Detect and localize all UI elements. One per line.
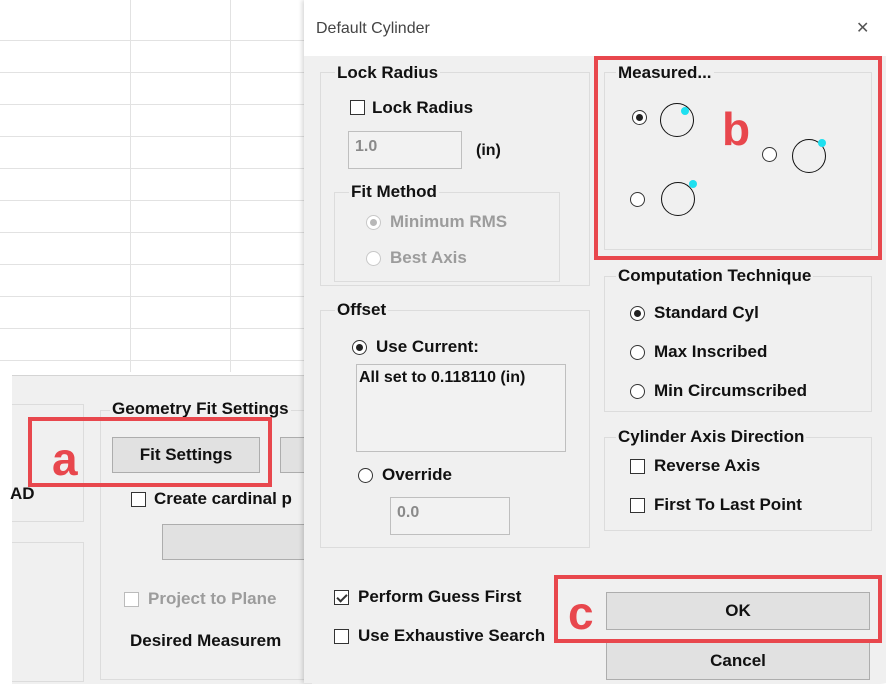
reverse-axis-label: Reverse Axis: [654, 456, 761, 475]
cylinder-axis-direction-group: [604, 437, 872, 531]
max-inscribed-label: Max Inscribed: [654, 342, 768, 361]
current-offset-text: All set to 0.118110 (in): [359, 369, 526, 386]
annotation-letter-c: c: [568, 587, 594, 639]
computation-technique-label: Computation Technique: [616, 266, 814, 286]
minimum-rms-label: Minimum RMS: [390, 212, 508, 231]
offset-group-label: Offset: [335, 300, 389, 320]
use-exhaustive-search-label: Use Exhaustive Search: [358, 626, 546, 645]
create-cardinal-checkbox[interactable]: [131, 492, 146, 507]
best-axis-radio[interactable]: [366, 251, 381, 266]
max-inscribed-radio[interactable]: [630, 345, 645, 360]
lock-radius-checkbox-label: Lock Radius: [372, 98, 474, 117]
close-icon[interactable]: ✕: [856, 18, 869, 38]
override-input[interactable]: 0.0: [390, 497, 510, 535]
desired-measurement-label: Desired Measurem: [130, 631, 282, 650]
annotation-box-b: [594, 56, 882, 260]
standard-cyl-label: Standard Cyl: [654, 303, 759, 322]
lock-radius-group-label: Lock Radius: [335, 63, 441, 83]
perform-guess-first-checkbox[interactable]: [334, 590, 349, 605]
annotation-letter-b: b: [722, 103, 751, 155]
project-to-plane-checkbox[interactable]: [124, 592, 139, 607]
partial-label-left: AD: [10, 484, 35, 503]
use-current-radio[interactable]: [352, 340, 367, 355]
min-circumscribed-label: Min Circumscribed: [654, 381, 808, 400]
lock-radius-unit: (in): [476, 142, 501, 159]
min-circumscribed-radio[interactable]: [630, 384, 645, 399]
fit-method-group: [334, 192, 560, 282]
annotation-box-c: [554, 575, 882, 643]
standard-cyl-radio[interactable]: [630, 306, 645, 321]
current-offset-textbox[interactable]: All set to 0.118110 (in): [356, 364, 566, 452]
project-to-plane-label: Project to Plane: [148, 589, 277, 608]
perform-guess-first-label: Perform Guess First: [358, 587, 522, 606]
dialog-title: Default Cylinder: [316, 20, 430, 37]
geometry-fit-settings-label: Geometry Fit Settings: [110, 399, 291, 419]
cylinder-axis-direction-label: Cylinder Axis Direction: [616, 427, 807, 447]
first-to-last-label: First To Last Point: [654, 495, 802, 514]
create-cardinal-label: Create cardinal p: [154, 489, 292, 508]
reverse-axis-checkbox[interactable]: [630, 459, 645, 474]
override-radio[interactable]: [358, 468, 373, 483]
left-partial-group-2: [12, 542, 84, 682]
minimum-rms-radio[interactable]: [366, 215, 381, 230]
use-exhaustive-search-checkbox[interactable]: [334, 629, 349, 644]
cancel-button[interactable]: Cancel: [606, 642, 870, 680]
fit-method-group-label: Fit Method: [349, 182, 439, 202]
first-to-last-checkbox[interactable]: [630, 498, 645, 513]
override-label: Override: [382, 465, 452, 484]
unlabeled-button[interactable]: [162, 524, 320, 560]
best-axis-label: Best Axis: [390, 248, 467, 267]
annotation-letter-a: a: [52, 433, 78, 485]
lock-radius-checkbox[interactable]: [350, 100, 365, 115]
use-current-label: Use Current:: [376, 337, 479, 356]
dialog-title-bar: Default Cylinder ✕: [304, 0, 886, 56]
lock-radius-input[interactable]: 1.0: [348, 131, 462, 169]
